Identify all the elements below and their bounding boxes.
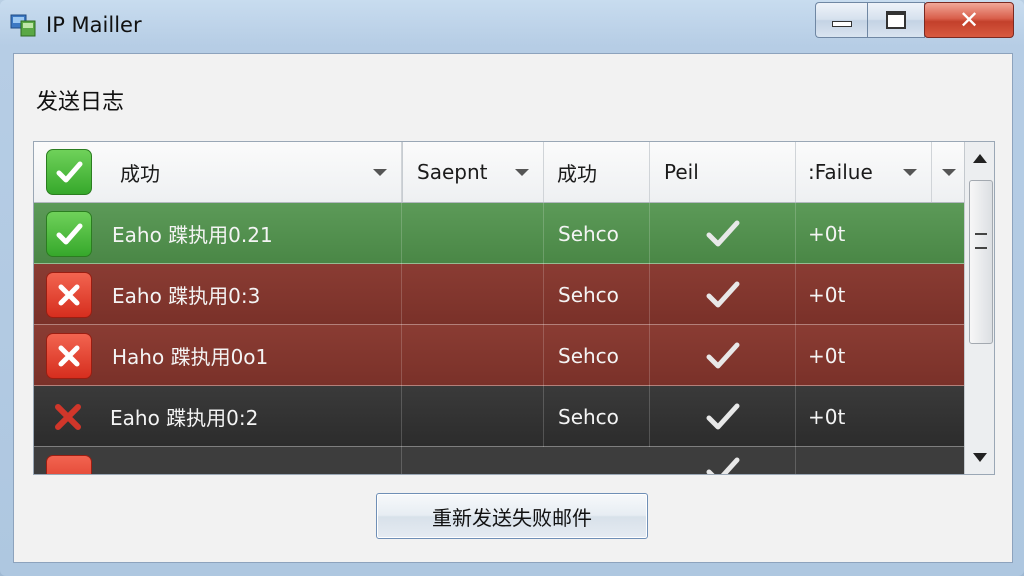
scrollbar-thumb[interactable] [969,180,993,344]
cell-empty [402,203,544,264]
vertical-scrollbar[interactable] [964,142,994,474]
cell-empty [402,386,544,447]
row-col3: Sehco [558,404,619,429]
column-header-failure[interactable]: :Failue [796,142,932,202]
row-failure: +0t [808,343,846,368]
grip-icon [975,233,987,235]
checkmark-icon [706,281,739,307]
cell-check [650,264,796,325]
row-col3: Sehco [558,282,619,307]
grip-icon [975,247,987,249]
maximize-button[interactable] [867,2,925,38]
cell-check [650,386,796,447]
cell-check [650,447,796,474]
cell-name: Eaho 蹀执用0:3 [34,264,402,325]
chevron-down-icon [373,169,387,176]
column-label: :Failue [808,160,873,184]
check-icon [56,161,83,183]
fail-status-icon [46,271,92,318]
column-header-sent[interactable]: Saepnt [402,142,544,202]
column-label: Peil [664,160,699,184]
row-name: Eaho 蹀执用0:3 [112,284,261,308]
cell-check [650,325,796,386]
resend-failed-button[interactable]: 重新发送失败邮件 [376,493,648,539]
checkmark-icon [706,403,739,429]
table-row[interactable]: Eaho 蹀执用0:3 Sehco +0t [34,264,964,325]
cell-failure: +0t [796,203,964,264]
app-window: IP Mailler ✕ 发送日志 成功 Saepnt 成功 Peil:Fai… [0,0,1024,576]
send-log-grid: 成功 Saepnt 成功 Peil :Failue Eaho 蹀执用0.21 S… [33,141,995,475]
close-icon: ✕ [958,6,980,34]
cell-value: Sehco [544,325,650,386]
column-label: 成功 [557,161,597,186]
minimize-icon [832,21,852,27]
grid-header: 成功 Saepnt 成功 Peil :Failue [34,142,964,203]
cell-name: Eaho 蹀执用0.21 [34,203,402,264]
close-button[interactable]: ✕ [924,2,1014,38]
chevron-down-icon [515,169,529,176]
column-header-success[interactable]: 成功 [544,142,650,202]
cell-name [34,447,402,474]
column-label: Saepnt [417,160,488,184]
chevron-down-icon [903,169,917,176]
cell-name: Haho 蹀执用0o1 [34,325,402,386]
title-bar: IP Mailler ✕ [0,0,1024,52]
client-area: 发送日志 成功 Saepnt 成功 Peil:Failue Eaho 蹀执用0… [13,53,1013,563]
checkmark-icon [706,457,739,474]
fail-status-icon [46,332,92,379]
select-all-checkbox[interactable] [46,149,92,195]
row-col3: Sehco [558,221,619,246]
cell-name: Eaho 蹀执用0:2 [34,386,402,447]
cell-value: Sehco [544,264,650,325]
column-label: 成功 [120,161,160,186]
cell-check [650,203,796,264]
row-name: Eaho 蹀执用0.21 [112,223,273,247]
app-icon [10,14,36,37]
column-header-status[interactable]: 成功 [34,142,402,202]
table-row[interactable]: Haho 蹀执用0o1 Sehco +0t [34,325,964,386]
row-name: Eaho 蹀执用0:2 [110,406,259,430]
scroll-down-arrow-icon[interactable] [973,453,987,462]
row-col3: Sehco [558,343,619,368]
success-status-icon [46,210,92,257]
cell-failure: +0t [796,264,964,325]
fail-status-icon [46,455,92,474]
row-failure: +0t [808,404,846,429]
cell-empty [402,325,544,386]
cell-failure: +0t [796,325,964,386]
checkmark-icon [706,220,739,246]
checkmark-icon [706,342,739,368]
cell-value: Sehco [544,386,650,447]
cell-value: Sehco [544,203,650,264]
table-row[interactable]: Eaho 蹀执用0.21 Sehco +0t [34,203,964,264]
row-failure: +0t [808,282,846,307]
section-title: 发送日志 [36,90,125,115]
chevron-down-icon [942,169,956,176]
table-row[interactable] [34,447,964,474]
table-row[interactable]: Eaho 蹀执用0:2 Sehco +0t [34,386,964,447]
maximize-icon [886,11,906,29]
column-header-extra[interactable] [932,142,964,202]
row-name: Haho 蹀执用0o1 [112,345,269,369]
minimize-button[interactable] [815,2,868,38]
scroll-up-arrow-icon[interactable] [973,154,987,163]
cell-failure: +0t [796,386,964,447]
fail-status-icon [46,395,90,439]
row-failure: +0t [808,221,846,246]
window-title: IP Mailler [46,13,142,37]
column-header-peil[interactable]: Peil [650,142,796,202]
cell-empty [402,264,544,325]
